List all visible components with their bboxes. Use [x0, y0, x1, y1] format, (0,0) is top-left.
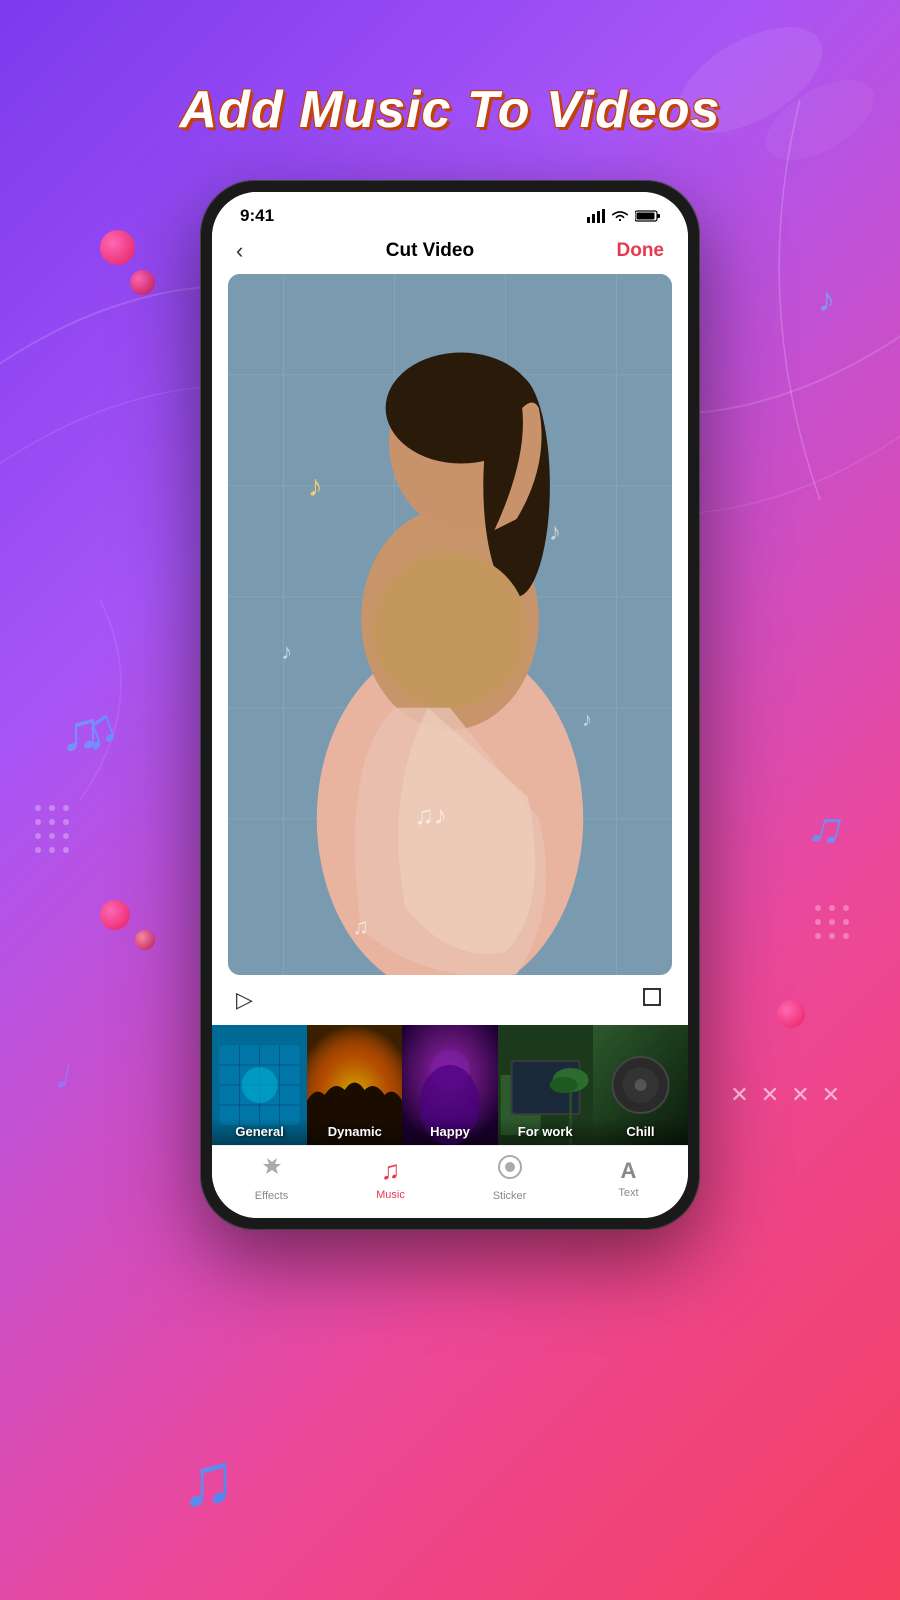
- text-icon: A: [621, 1158, 637, 1184]
- tab-music[interactable]: ♫ Music: [361, 1155, 421, 1201]
- x-mark-1: ✕: [730, 1082, 748, 1108]
- play-button[interactable]: ▷: [236, 987, 253, 1013]
- video-area: ♪ ♪ ♪ ♪ ♫♪ ♫: [228, 274, 672, 975]
- music-note-4: ♪: [582, 709, 592, 732]
- svg-text:♫: ♫: [180, 1437, 236, 1515]
- status-bar: 9:41: [212, 192, 688, 232]
- tab-effects[interactable]: Effects: [242, 1154, 302, 1202]
- x-mark-3: ✕: [791, 1082, 809, 1108]
- category-forwork-label: For work: [498, 1118, 593, 1145]
- tab-sticker[interactable]: Sticker: [480, 1154, 540, 1202]
- x-mark-4: ✕: [822, 1082, 840, 1108]
- status-time: 9:41: [240, 206, 274, 226]
- tab-text[interactable]: A Text: [599, 1158, 659, 1199]
- phone-frame: 9:41: [200, 180, 700, 1230]
- nav-title: Cut Video: [386, 240, 474, 262]
- phone-screen: 9:41: [212, 192, 688, 1218]
- tab-text-label: Text: [618, 1187, 638, 1199]
- tab-bar: Effects ♫ Music Sticker A: [212, 1145, 688, 1218]
- tab-music-label: Music: [376, 1189, 405, 1201]
- expand-button[interactable]: [640, 985, 664, 1015]
- x-marks-decoration: ✕ ✕ ✕ ✕: [730, 1082, 840, 1108]
- phone-frame-wrapper: 9:41: [200, 180, 700, 1230]
- controls-bar: ▷: [212, 975, 688, 1025]
- signal-icon: [587, 209, 605, 223]
- video-placeholder: ♪ ♪ ♪ ♪ ♫♪ ♫: [228, 274, 672, 975]
- tab-sticker-label: Sticker: [493, 1190, 527, 1202]
- battery-icon: [635, 209, 660, 223]
- status-icons: [587, 209, 660, 223]
- category-happy[interactable]: Happy: [402, 1025, 497, 1145]
- wifi-icon: [611, 209, 629, 223]
- music-note-6: ♫: [352, 914, 369, 940]
- music-note-5: ♫♪: [414, 800, 447, 831]
- back-button[interactable]: ‹: [236, 238, 243, 264]
- tab-effects-label: Effects: [255, 1190, 288, 1202]
- category-forwork[interactable]: For work: [498, 1025, 593, 1145]
- category-dynamic[interactable]: Dynamic: [307, 1025, 402, 1145]
- music-note-2: ♪: [549, 519, 561, 547]
- music-note-3: ♪: [281, 639, 292, 665]
- svg-text:♫: ♫: [60, 700, 101, 760]
- x-mark-2: ✕: [761, 1082, 779, 1108]
- category-chill[interactable]: Chill: [593, 1025, 688, 1145]
- category-happy-label: Happy: [402, 1118, 497, 1145]
- app-headline: Add Music To Videos: [0, 80, 900, 140]
- done-button[interactable]: Done: [617, 240, 665, 262]
- music-categories: General: [212, 1025, 688, 1145]
- category-dynamic-label: Dynamic: [307, 1118, 402, 1145]
- woman-silhouette: [228, 274, 672, 975]
- category-general[interactable]: General: [212, 1025, 307, 1145]
- category-chill-label: Chill: [593, 1118, 688, 1145]
- category-general-label: General: [212, 1118, 307, 1145]
- nav-bar: ‹ Cut Video Done: [212, 232, 688, 274]
- music-note-1: ♪: [308, 470, 323, 504]
- effects-icon: [259, 1154, 285, 1187]
- sticker-icon: [497, 1154, 523, 1187]
- music-icon: ♫: [381, 1155, 401, 1186]
